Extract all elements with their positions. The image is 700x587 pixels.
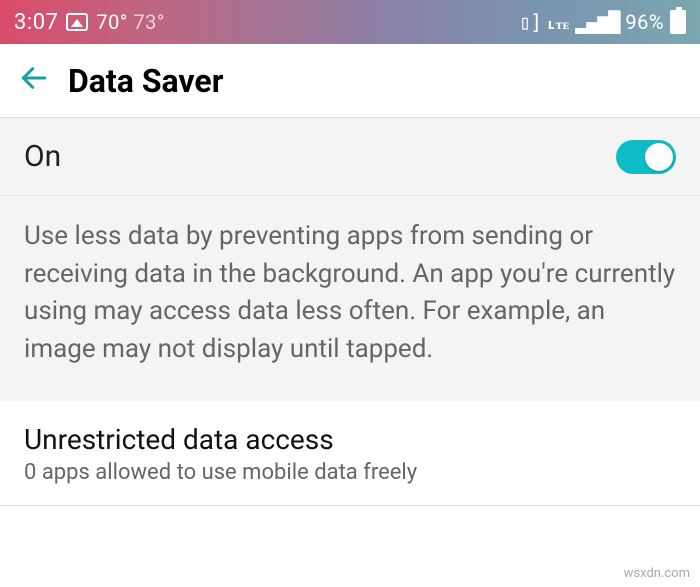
page-title: Data Saver	[68, 62, 223, 100]
picture-icon	[66, 13, 88, 31]
status-bar: 3:07 70° 73° ▯] ʟᴛᴇ ▂▄▆█ 96%	[0, 0, 700, 44]
unrestricted-data-access-item[interactable]: Unrestricted data access 0 apps allowed …	[0, 401, 700, 506]
vibrate-icon: ▯]	[519, 10, 541, 34]
item-subtitle: 0 apps allowed to use mobile data freely	[24, 460, 676, 485]
data-saver-toggle-row[interactable]: On	[0, 118, 700, 196]
toggle-state-label: On	[24, 139, 61, 174]
back-arrow-icon[interactable]	[18, 62, 50, 99]
app-header: Data Saver	[0, 44, 700, 118]
item-title: Unrestricted data access	[24, 423, 676, 456]
signal-icon: ▂▄▆█	[575, 10, 619, 34]
battery-percent: 96%	[625, 10, 664, 34]
data-saver-description: Use less data by preventing apps from se…	[0, 196, 700, 401]
watermark: wsxdn.com	[624, 566, 690, 581]
data-saver-switch[interactable]	[616, 140, 676, 174]
battery-icon	[670, 10, 686, 34]
network-icon: ʟᴛᴇ	[547, 10, 569, 34]
weather-temps: 70° 73°	[96, 10, 164, 34]
clock: 3:07	[14, 10, 58, 35]
